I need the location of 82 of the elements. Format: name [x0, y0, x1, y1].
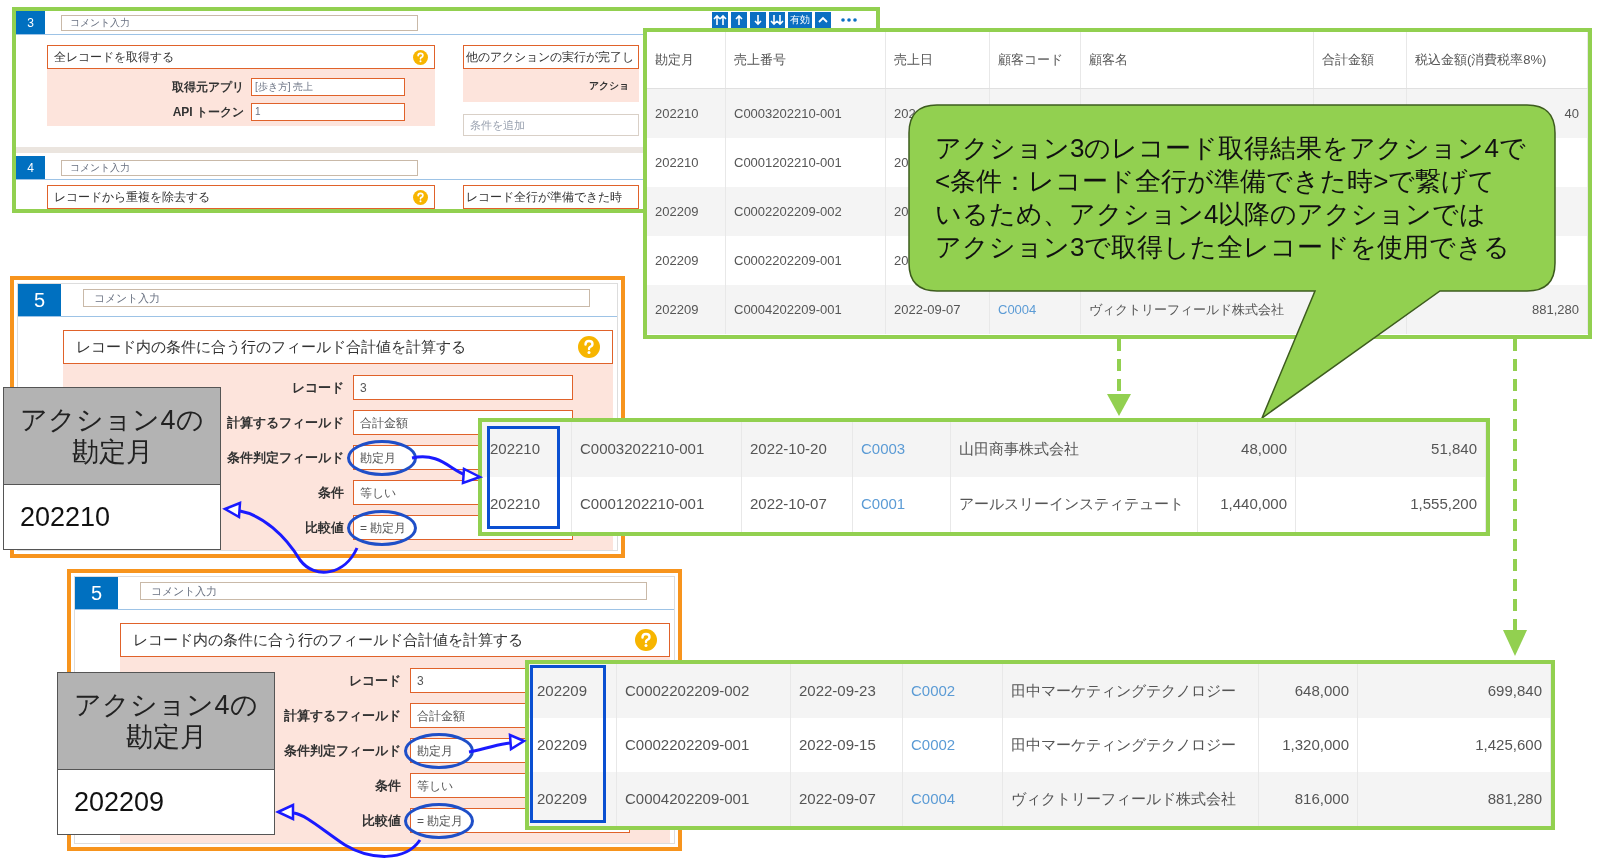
double-down-arrow-icon: [769, 12, 785, 28]
table-cell: ヴィクトリーフィールド株式会社: [1003, 772, 1259, 826]
table-cell: 1,555,200: [1296, 477, 1486, 532]
table-cell: 881,280: [1358, 772, 1551, 826]
note-heading: アクション4の 勘定月: [4, 388, 220, 485]
more-button[interactable]: [840, 17, 858, 23]
action-number: 3: [16, 11, 45, 34]
action-select[interactable]: 全レコードを取得する: [47, 45, 435, 69]
field-label: レコード: [349, 671, 401, 690]
table-header-cell[interactable]: 顧客コード: [990, 32, 1081, 88]
toolbar-button[interactable]: [712, 12, 728, 28]
table-cell-text: 40: [1564, 104, 1579, 123]
help-icon: [578, 336, 600, 358]
help-icon: [635, 629, 657, 651]
table-cell: 2022-10-07: [742, 477, 853, 532]
table-cell-text: 202209: [655, 251, 699, 270]
table-header-cell[interactable]: 勘定月: [647, 32, 726, 88]
table-cell-text: 202209: [655, 202, 699, 221]
table-header-cell[interactable]: 売上番号: [726, 32, 886, 88]
action-number: 5: [18, 284, 61, 316]
table-header-cell[interactable]: 売上日: [886, 32, 990, 88]
double-up-arrow-icon: [712, 12, 728, 28]
action-select[interactable]: レコード内の条件に合う行のフィールド合計値を計算する: [63, 330, 613, 364]
field-label: 計算するフィールド: [284, 706, 401, 725]
field-label: 比較値: [362, 811, 401, 830]
table-cell-text: C0002202209-002: [734, 202, 842, 221]
comment-field[interactable]: コメント入力: [61, 14, 418, 31]
field-label: 比較値: [305, 518, 344, 537]
callout-text: アクション3のレコード取得結果をアクション4で <条件：レコード全行が準備できた時>で繋げて いるため、アクション4以降のアクションでは アクション3で取得した全レコードを使用できる: [935, 132, 1526, 264]
table-cell: 816,000: [1259, 772, 1358, 826]
input-field[interactable]: [歩き方] 売上: [251, 78, 405, 96]
field-label: レコード: [292, 378, 344, 397]
note-value: 202209: [73, 785, 166, 819]
action-select[interactable]: レコード全行が準備できた時: [463, 185, 639, 209]
table-cell: C0001202210-001: [572, 477, 742, 532]
table-cell-text: 202209: [655, 300, 699, 319]
field-label: 条件判定フィールド: [227, 448, 344, 467]
action-number: 5: [75, 577, 118, 609]
action-select[interactable]: レコード内の条件に合う行のフィールド合計値を計算する: [120, 623, 670, 657]
table-cell-text: 202210: [655, 153, 699, 172]
toolbar-button[interactable]: [769, 12, 785, 28]
action-select[interactable]: 他のアクションの実行が完了し: [463, 45, 639, 69]
comment-field[interactable]: コメント入力: [83, 289, 590, 307]
table-cell: 2022-09-07: [791, 772, 903, 826]
field-label: 条件: [375, 776, 401, 795]
field-label: 取得元アプリ: [172, 79, 244, 96]
help-icon: [413, 189, 428, 205]
table-cell-text: C0002202209-001: [734, 251, 842, 270]
note-value: 202210: [19, 500, 112, 534]
table-cell-text: 2022-09-07: [894, 300, 961, 319]
table-cell-text: 20: [894, 153, 909, 172]
table-cell-text: C0004202209-001: [734, 300, 842, 319]
action-number: 4: [16, 156, 45, 179]
table-header-cell[interactable]: 顧客名: [1081, 32, 1314, 88]
toolbar-button[interactable]: [731, 12, 747, 28]
toolbar-button[interactable]: [815, 12, 831, 28]
help-icon: [413, 49, 428, 65]
comment-field[interactable]: コメント入力: [61, 159, 418, 176]
input-field[interactable]: 1: [251, 103, 405, 121]
toolbar-button[interactable]: [750, 12, 766, 28]
table-cell-text: C0001202210-001: [734, 153, 842, 172]
table-cell-text: 202210: [655, 104, 699, 123]
comment-field[interactable]: コメント入力: [140, 582, 647, 600]
table-cell: アールスリーインスティテュート: [951, 477, 1198, 532]
table-cell-text: 881,280: [1532, 300, 1579, 319]
table-cell-text: 20: [894, 202, 909, 221]
table-cell: 1,440,000: [1198, 477, 1296, 532]
table-cell: C0004202209-001: [617, 772, 791, 826]
field-label: アクショ: [589, 79, 629, 93]
table-header-cell[interactable]: 合計金額: [1314, 32, 1407, 88]
table-header-cell[interactable]: 税込金額(消費税率8%): [1407, 32, 1588, 88]
table-cell-text: ヴィクトリーフィールド株式会社: [1089, 300, 1284, 319]
toggle-button[interactable]: 有効: [788, 12, 812, 28]
field-label: 条件判定フィールド: [284, 741, 401, 760]
field-label: API トークン: [172, 104, 244, 121]
note-heading: アクション4の 勘定月: [58, 673, 274, 770]
more-icon: [840, 17, 858, 23]
table-cell-text: C0003202210-001: [734, 104, 842, 123]
table-cell-text: 20: [894, 251, 909, 270]
action-select[interactable]: レコードから重複を除去する: [47, 185, 435, 209]
field-label: 計算するフィールド: [227, 413, 344, 432]
field-label: 条件: [318, 483, 344, 502]
